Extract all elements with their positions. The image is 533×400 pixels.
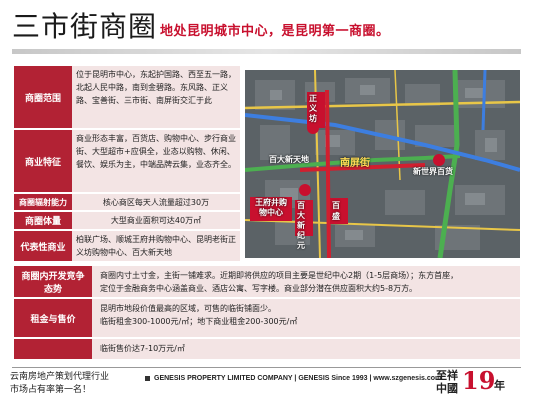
info-row-volume: 商圈体量 大型商业面积可达40万㎡ xyxy=(14,212,240,229)
logo-number: 19 xyxy=(462,366,496,395)
info-content: 核心商区每天人流量超过30万 xyxy=(72,194,240,210)
title-divider xyxy=(12,49,521,54)
district-map: 正义坊 百大新天地 南屏街 新世界百货 王府井购物中心 百大新纪元 百盛 xyxy=(245,70,520,258)
map-label-baisheng: 百盛 xyxy=(332,201,340,221)
bottom-row-price: 临街售价达7-10万元/㎡ xyxy=(14,339,520,359)
info-row-features: 商业特征 商业形态丰富，百货店、购物中心、步行商业街、大型超市+应俱全，业态以购… xyxy=(14,130,240,192)
marker-wangfujing xyxy=(299,184,311,196)
footer-divider xyxy=(12,367,521,368)
square-bullet-icon xyxy=(145,375,150,381)
bottom-label: 租金与售价 xyxy=(14,299,92,337)
bottom-line: 商圈内寸土寸金，主街一铺难求。近期即将供应的项目主要是世纪中心2期（1-5层商场… xyxy=(100,271,459,280)
footer-company: GENESIS PROPERTY LIMITED COMPANY | GENES… xyxy=(145,375,441,382)
bottom-line: 临街租金300-1000元/㎡；地下商业租金200-300元/㎡ xyxy=(100,317,298,326)
logo-suffix: 年 xyxy=(494,379,505,392)
bottom-content: 昆明市地段价值最高的区域，可售的临街铺面少。 临街租金300-1000元/㎡；地… xyxy=(92,299,520,337)
info-label: 商圈体量 xyxy=(14,212,72,229)
map-label-baida-xintiandi: 百大新天地 xyxy=(269,155,309,164)
map-label-nanpingjie: 南屏街 xyxy=(340,158,370,169)
bottom-content: 临街售价达7-10万元/㎡ xyxy=(92,339,520,359)
info-table: 商圈范围 位于昆明市中心，东起护国路、西至五一路，北起人民中路，南到金碧路。东风… xyxy=(14,66,240,263)
info-label: 商业特征 xyxy=(14,130,72,192)
info-row-radiation: 商圈辐射能力 核心商区每天人流量超过30万 xyxy=(14,194,240,210)
bottom-line: 昆明市地段价值最高的区域，可售的临街铺面少。 xyxy=(100,304,276,313)
info-content: 柏联广场、顺城王府井购物中心、昆明老街正义坊购物中心、百大新天地 xyxy=(72,231,240,261)
bottom-label: 商圈内开发竞争态势 xyxy=(14,266,92,297)
info-content: 大型商业面积可达40万㎡ xyxy=(72,212,240,229)
bottom-row-competition: 商圈内开发竞争态势 商圈内寸土寸金，主街一铺难求。近期即将供应的项目主要是世纪中… xyxy=(14,266,520,297)
logo-text-2: 中國 xyxy=(436,382,458,395)
map-label-xinshijie: 新世界百货 xyxy=(413,167,453,176)
info-content: 位于昆明市中心，东起护国路、西至五一路，北起人民中路，南到金碧路。东风路、正义路… xyxy=(72,66,240,128)
bottom-table: 商圈内开发竞争态势 商圈内寸土寸金，主街一铺难求。近期即将供应的项目主要是世纪中… xyxy=(14,266,520,361)
bottom-line: 定位于金融商务中心涵盖商业、酒店公寓、写字楼。商业部分潜在供应面积大约5-8万方… xyxy=(100,284,418,293)
map-label-zhengyifang: 正义坊 xyxy=(309,94,317,123)
bottom-line: 临街售价达7-10万元/㎡ xyxy=(100,344,185,353)
marker-xinshijie xyxy=(433,154,445,166)
bottom-content: 商圈内寸土寸金，主街一铺难求。近期即将供应的项目主要是世纪中心2期（1-5层商场… xyxy=(92,266,520,297)
footer-company-text: GENESIS PROPERTY LIMITED COMPANY | GENES… xyxy=(154,375,442,382)
footer-slogan-line2: 市场占有率第一名！ xyxy=(10,385,92,395)
info-label: 商圈范围 xyxy=(14,66,72,128)
map-label-wangfujing: 王府井购物中心 xyxy=(255,198,287,217)
info-label: 商圈辐射能力 xyxy=(14,194,72,210)
bottom-row-rent: 租金与售价 昆明市地段价值最高的区域，可售的临街铺面少。 临街租金300-100… xyxy=(14,299,520,337)
info-content: 商业形态丰富，百货店、购物中心、步行商业街、大型超市+应俱全，业态以购物、休闲、… xyxy=(72,130,240,192)
footer-slogan: 云南房地产策划代理行业 市场占有率第一名！ xyxy=(10,371,109,397)
page-title: 三市街商圈 xyxy=(12,10,158,43)
map-label-baida-xinjiyuan: 百大新纪元 xyxy=(297,201,305,250)
bottom-label xyxy=(14,339,92,359)
company-logo: 至祥 中國 19 年 xyxy=(434,366,524,397)
info-row-representative: 代表性商业 柏联广场、顺城王府井购物中心、昆明老街正义坊购物中心、百大新天地 xyxy=(14,231,240,261)
info-label: 代表性商业 xyxy=(14,231,72,261)
footer-slogan-line1: 云南房地产策划代理行业 xyxy=(10,372,110,382)
info-row-range: 商圈范围 位于昆明市中心，东起护国路、西至五一路，北起人民中路，南到金碧路。东风… xyxy=(14,66,240,128)
logo-text-1: 至祥 xyxy=(436,369,458,382)
page-subtitle: 地处昆明城市中心，是昆明第一商圈。 xyxy=(160,24,390,39)
